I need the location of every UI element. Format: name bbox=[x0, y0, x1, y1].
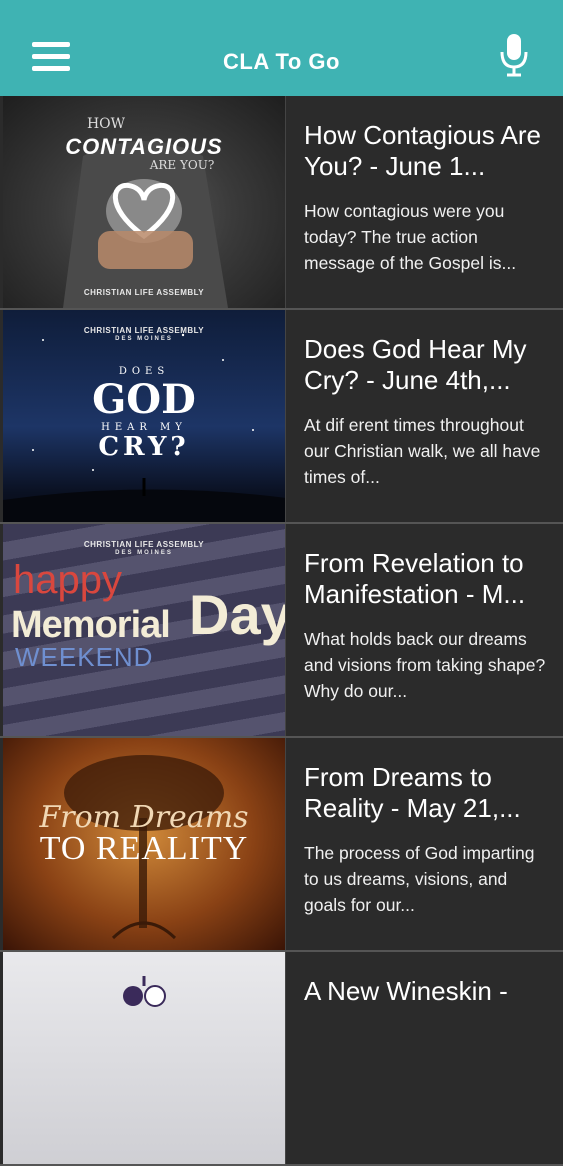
art-line: CONTAGIOUS bbox=[65, 134, 223, 159]
brand-text: CHRISTIAN LIFE ASSEMBLY bbox=[83, 288, 205, 297]
art-line: Day bbox=[189, 583, 286, 646]
sermon-list: HOW CONTAGIOUS ARE YOU? CHRISTIAN LIFE A… bbox=[0, 96, 563, 1166]
sermon-thumbnail: CHRISTIAN LIFE ASSEMBLY DES MOINES happy… bbox=[3, 524, 286, 736]
item-description: The process of God imparting to us dream… bbox=[304, 843, 535, 915]
art-line: TO REALITY bbox=[39, 830, 249, 867]
art-line: Memorial bbox=[11, 604, 171, 646]
art-line: HOW bbox=[86, 116, 126, 132]
item-title: Does God Hear My Cry? - June 4th,... bbox=[304, 334, 527, 395]
list-item[interactable]: CHRISTIAN LIFE ASSEMBLY DES MOINES DOES … bbox=[0, 310, 563, 524]
list-item[interactable]: From Dreams TO REALITY From Dreams to Re… bbox=[0, 738, 563, 952]
item-description: What holds back our dreams and visions f… bbox=[304, 629, 546, 701]
item-description bbox=[304, 1054, 553, 1132]
item-title: From Dreams to Reality - May 21,... bbox=[304, 762, 521, 823]
list-item[interactable]: A New Wineskin - bbox=[0, 952, 563, 1166]
item-title: A New Wineskin - bbox=[304, 976, 508, 1006]
microphone-icon[interactable] bbox=[499, 32, 529, 78]
art-line: WEEKEND bbox=[15, 642, 154, 672]
art-line: happy bbox=[13, 558, 122, 602]
item-description: At dif erent times throughout our Christ… bbox=[304, 415, 541, 487]
brand-subtext: DES MOINES bbox=[115, 550, 173, 556]
list-item[interactable]: CHRISTIAN LIFE ASSEMBLY DES MOINES happy… bbox=[0, 524, 563, 738]
art-line: CRY? bbox=[98, 432, 190, 462]
item-title: How Contagious Are You? - June 1... bbox=[304, 120, 542, 181]
art-line: GOD bbox=[92, 376, 196, 423]
sermon-thumbnail bbox=[3, 952, 286, 1164]
item-title: From Revelation to Manifestation - M... bbox=[304, 548, 526, 609]
brand-text: CHRISTIAN LIFE ASSEMBLY bbox=[83, 540, 205, 549]
hamburger-menu-icon[interactable] bbox=[32, 42, 70, 74]
brand-text: CHRISTIAN LIFE ASSEMBLY bbox=[83, 326, 205, 335]
art-line: ARE YOU? bbox=[149, 158, 215, 172]
app-header: CLA To Go bbox=[0, 0, 563, 96]
app-title: CLA To Go bbox=[223, 49, 340, 74]
sermon-thumbnail: From Dreams TO REALITY bbox=[3, 738, 286, 950]
sermon-thumbnail: CHRISTIAN LIFE ASSEMBLY DES MOINES DOES … bbox=[3, 310, 286, 522]
sermon-thumbnail: HOW CONTAGIOUS ARE YOU? CHRISTIAN LIFE A… bbox=[3, 96, 286, 308]
item-description: How contagious were you today? The true … bbox=[304, 201, 517, 273]
list-item[interactable]: HOW CONTAGIOUS ARE YOU? CHRISTIAN LIFE A… bbox=[0, 96, 563, 310]
brand-subtext: DES MOINES bbox=[115, 336, 173, 342]
